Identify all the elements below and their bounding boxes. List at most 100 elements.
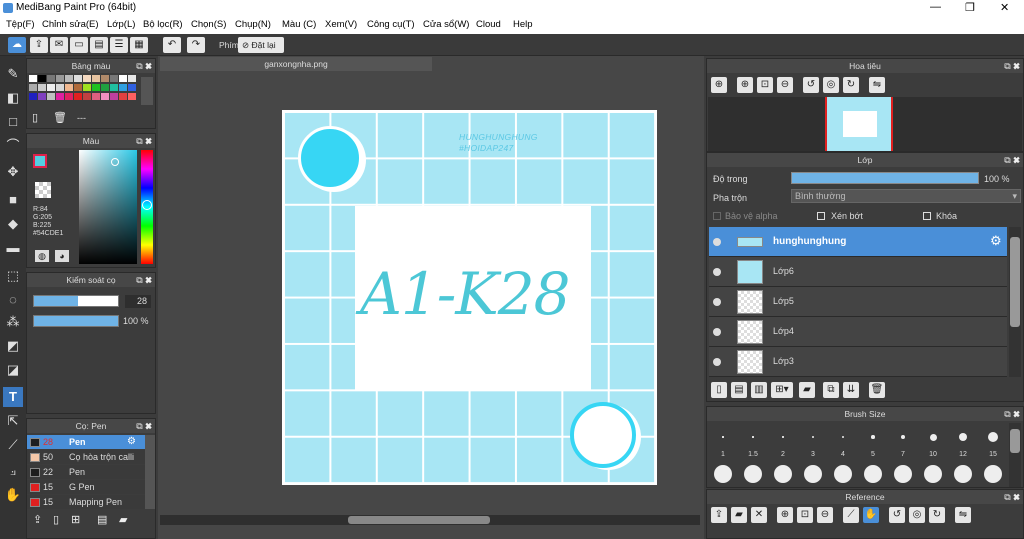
magic-wand-tool-icon[interactable]: ⁂ — [3, 312, 23, 332]
menu-cloud[interactable]: Cloud — [476, 19, 501, 30]
menu-tools[interactable]: Công cụ(T) — [367, 19, 415, 30]
color-swatch[interactable] — [83, 84, 91, 91]
brush-doc-icon[interactable]: ▤ — [97, 513, 107, 526]
brush-size-dot[interactable] — [782, 436, 784, 438]
layer-scroll-thumb[interactable] — [1010, 237, 1020, 327]
color-swatch[interactable] — [110, 84, 118, 91]
message-icon[interactable]: ▭ — [70, 37, 88, 53]
panel-controls-icon[interactable]: ⧉ ✖ — [136, 273, 152, 287]
menu-help[interactable]: Help — [513, 19, 533, 30]
protect-alpha-checkbox[interactable] — [713, 212, 721, 220]
eye-icon[interactable] — [713, 328, 721, 336]
brush-size-dot[interactable] — [958, 432, 968, 442]
reference-close-icon[interactable]: ✕ — [751, 507, 767, 523]
brush-size-value[interactable]: 28 — [125, 295, 151, 308]
panel-controls-icon[interactable]: ⧉ ✖ — [1004, 407, 1020, 421]
brush-size-slider[interactable] — [33, 295, 119, 307]
color-swatch[interactable] — [128, 93, 136, 100]
select-eraser-tool-icon[interactable]: ◪ — [3, 360, 23, 380]
color-swatch[interactable] — [38, 84, 46, 91]
dropper-tool-icon[interactable]: ⟋ — [3, 435, 23, 455]
layer-row[interactable]: Lớp4 — [709, 317, 1007, 347]
document-icon[interactable]: ▤ — [90, 37, 108, 53]
reference-zoom-in-icon[interactable]: ⊕ — [777, 507, 793, 523]
brush-size-large-dot[interactable] — [954, 465, 972, 483]
panel-controls-icon[interactable]: ⧉ ✖ — [136, 134, 152, 148]
move-tool-icon[interactable]: ✥ — [3, 162, 23, 182]
duplicate-layer-icon[interactable]: ⧉ — [823, 382, 839, 398]
brush-item[interactable]: 50 Cọ hòa trộn calli — [27, 450, 145, 464]
layer-folder-icon[interactable]: ▰ — [799, 382, 815, 398]
brush-item[interactable]: 22 Pen — [27, 465, 145, 479]
eye-icon[interactable] — [713, 238, 721, 246]
menu-color[interactable]: Màu (C) — [282, 19, 316, 30]
brush-size-scroll-thumb[interactable] — [1010, 429, 1020, 453]
reference-hand-icon[interactable]: ✋ — [863, 507, 879, 523]
color-swatch[interactable] — [47, 75, 55, 82]
clipping-checkbox[interactable] — [817, 212, 825, 220]
menu-select[interactable]: Chọn(S) — [191, 19, 226, 30]
rotate-reset-icon[interactable]: ◎ — [823, 77, 839, 93]
brush-size-dot[interactable] — [841, 435, 845, 439]
canvas-document[interactable]: HUNGHUNGHUNG #HOIDAP247 A1-K28 — [282, 110, 657, 485]
horizontal-scroll-thumb[interactable] — [348, 516, 490, 524]
color-swatch[interactable] — [119, 75, 127, 82]
brush-item[interactable]: 15 G Pen — [27, 480, 145, 494]
reference-rotate-right-icon[interactable]: ↻ — [929, 507, 945, 523]
brush-size-large-dot[interactable] — [834, 465, 852, 483]
brush-list-scrollbar[interactable] — [145, 435, 155, 509]
layer-row[interactable]: Lớp5 — [709, 287, 1007, 317]
menu-edit[interactable]: Chỉnh sửa(E) — [42, 19, 99, 30]
menu-filter[interactable]: Bộ lọc(R) — [143, 19, 183, 30]
navigator-preview[interactable] — [825, 97, 893, 151]
brush-size-dot[interactable] — [722, 436, 724, 438]
add-layer-menu-icon[interactable]: ⊞▾ — [771, 382, 793, 398]
brush-item[interactable]: 28 Pen ⚙ — [27, 435, 145, 449]
brush-size-dot[interactable] — [752, 436, 754, 438]
color-swatch[interactable] — [101, 75, 109, 82]
color-picker-square[interactable] — [79, 150, 137, 264]
color-swatch[interactable] — [128, 75, 136, 82]
menu-layer[interactable]: Lớp(L) — [107, 19, 135, 30]
color-palette-icon[interactable]: ◕ — [55, 250, 69, 262]
menu-capture[interactable]: Chụp(N) — [235, 19, 271, 30]
reference-upload-icon[interactable]: ⇪ — [711, 507, 727, 523]
eyedropper-tool-icon[interactable]: ⟓ — [3, 461, 23, 481]
color-swatch[interactable] — [65, 84, 73, 91]
layer-opacity-slider[interactable] — [791, 172, 979, 184]
maximize-button[interactable]: ❐ — [965, 1, 975, 14]
color-swatch[interactable] — [119, 93, 127, 100]
brush-size-large-dot[interactable] — [774, 465, 792, 483]
eye-icon[interactable] — [713, 358, 721, 366]
layer-row[interactable]: hunghunghung ⚙ — [709, 227, 1007, 257]
reference-dropper-icon[interactable]: ⟋ — [843, 507, 859, 523]
lasso-tool-icon[interactable]: ◌ — [3, 290, 23, 310]
gear-icon[interactable]: ⚙ — [990, 233, 1002, 249]
menu-view[interactable]: Xem(V) — [325, 19, 357, 30]
dot-tool-icon[interactable]: ⌒ — [3, 136, 23, 156]
brush-add-icon[interactable]: ⊞ — [71, 513, 80, 526]
transparent-swatch[interactable] — [35, 182, 51, 198]
brush-size-dot[interactable] — [811, 435, 815, 439]
comment-icon[interactable]: ✉ — [50, 37, 68, 53]
color-swatch[interactable] — [56, 75, 64, 82]
share-icon[interactable]: ⇪ — [30, 37, 48, 53]
main-color-swatch[interactable] — [33, 154, 47, 168]
palette-swatches[interactable] — [29, 75, 137, 107]
color-swatch[interactable] — [101, 84, 109, 91]
brush-size-large-dot[interactable] — [984, 465, 1002, 483]
select-tool-icon[interactable]: ⬚ — [3, 266, 23, 286]
palette-scroll[interactable] — [141, 77, 153, 105]
new-layer-8bit-icon[interactable]: ▤ — [731, 382, 747, 398]
undo-icon[interactable]: ↶ — [163, 37, 181, 53]
color-swatch[interactable] — [74, 84, 82, 91]
color-swatch[interactable] — [110, 93, 118, 100]
brush-size-dot[interactable] — [987, 431, 999, 443]
panel-controls-icon[interactable]: ⧉ ✖ — [136, 419, 152, 433]
grid-icon[interactable]: ▦ — [130, 37, 148, 53]
hand-tool-icon[interactable]: ✋ — [3, 485, 23, 505]
color-swatch[interactable] — [47, 93, 55, 100]
redo-icon[interactable]: ↷ — [187, 37, 205, 53]
gear-icon[interactable]: ⚙ — [127, 436, 136, 447]
eraser-tool-icon[interactable]: ◧ — [3, 88, 23, 108]
